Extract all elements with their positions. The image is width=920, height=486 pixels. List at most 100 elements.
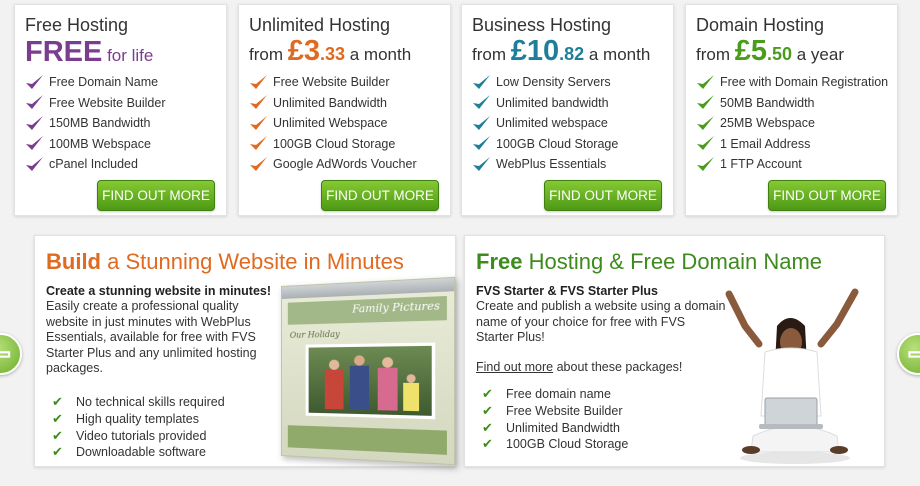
panel-description: Create and publish a website using a dom… <box>476 299 726 344</box>
plan-price-suffix: a year <box>792 45 845 64</box>
plan-price-cents: .50 <box>767 44 793 64</box>
checkmark-icon <box>697 156 714 171</box>
find-out-more-line: Find out more about these packages! <box>476 360 683 374</box>
find-out-more-button[interactable]: FIND OUT MORE <box>768 180 886 211</box>
woman-with-laptop-image <box>725 288 859 464</box>
checkmark-icon <box>26 136 43 151</box>
plan-feature: Unlimited bandwidth <box>472 93 618 114</box>
panel-feature: ✔ Free Website Builder <box>482 403 623 419</box>
plan-price: FREE for life <box>25 36 153 69</box>
plan-feature-list: Low Density Servers Unlimited bandwidth … <box>472 72 618 175</box>
plan-price-suffix: for life <box>102 46 154 65</box>
plan-price-prefix: from <box>696 45 735 64</box>
plan-title: Free Hosting <box>25 15 129 35</box>
checkmark-icon <box>473 95 490 110</box>
checkmark-icon <box>26 74 43 89</box>
plan-feature: cPanel Included <box>25 154 166 175</box>
checkmark-icon <box>697 136 714 151</box>
plan-feature: Low Density Servers <box>472 72 618 93</box>
checkmark-icon <box>697 74 714 89</box>
plan-feature: WebPlus Essentials <box>472 154 618 175</box>
checkmark-icon <box>473 115 490 130</box>
panel-feature-list: ✔ No technical skills required ✔ High qual… <box>52 394 225 461</box>
plan-price-suffix: a month <box>345 45 412 64</box>
plan-title: Unlimited Hosting <box>249 15 391 35</box>
plan-feature: 100MB Webspace <box>25 134 166 155</box>
checkmark-icon: ✔ <box>482 403 493 419</box>
plan-feature: Unlimited Webspace <box>249 113 417 134</box>
checkmark-icon <box>473 156 490 171</box>
plan-feature: 150MB Bandwidth <box>25 113 166 134</box>
panel-feature-list: ✔ Free domain name ✔ Free Website Builder … <box>482 386 628 453</box>
plan-price-suffix: a month <box>584 45 651 64</box>
panel-subtitle: FVS Starter & FVS Starter Plus <box>476 284 659 298</box>
plan-feature: Free Website Builder <box>25 93 166 114</box>
screenshot-caption: Our Holiday <box>289 329 340 340</box>
plan-card-free: Free Hosting FREE for life Free Domain N… <box>14 4 227 216</box>
plan-title: Domain Hosting <box>696 15 825 35</box>
checkmark-icon <box>250 115 267 130</box>
plan-feature: Free Website Builder <box>249 72 417 93</box>
find-out-more-button[interactable]: FIND OUT MORE <box>97 180 215 211</box>
panel-title: Build a Stunning Website in Minutes <box>46 249 404 274</box>
checkmark-icon: ✔ <box>482 419 493 435</box>
checkmark-icon <box>473 74 490 89</box>
checkmark-icon: ✔ <box>482 436 493 452</box>
panel-description: Easily create a professional quality web… <box>46 299 257 375</box>
plan-price-prefix: from <box>249 45 288 64</box>
screenshot-header: Family Pictures <box>287 295 447 325</box>
checkmark-icon <box>697 95 714 110</box>
panel-title: Free Hosting & Free Domain Name <box>476 249 823 274</box>
plan-price-big: £10 <box>510 35 560 67</box>
plan-price: from £5.50 a year <box>696 35 844 68</box>
plan-feature: Unlimited Bandwidth <box>249 93 417 114</box>
plan-price: from £3.33 a month <box>249 35 411 68</box>
plan-feature: 25MB Webspace <box>696 113 888 134</box>
free-hosting-panel: Free Hosting & Free Domain Name FVS Star… <box>464 235 885 467</box>
checkmark-icon: ✔ <box>52 411 63 427</box>
plan-title: Business Hosting <box>472 15 612 35</box>
plan-price-cents: .82 <box>559 44 585 64</box>
plan-feature-list: Free with Domain Registration 50MB Bandw… <box>696 72 888 175</box>
plan-feature: Google AdWords Voucher <box>249 154 417 175</box>
build-website-panel: Build a Stunning Website in Minutes Crea… <box>34 235 456 467</box>
checkmark-icon <box>473 136 490 151</box>
checkmark-icon <box>26 95 43 110</box>
panel-feature: ✔ Unlimited Bandwidth <box>482 419 620 435</box>
panel-feature: ✔ High quality templates <box>52 411 199 427</box>
find-out-more-link[interactable]: Find out more <box>476 360 553 374</box>
plan-feature: 50MB Bandwidth <box>696 93 888 114</box>
find-out-more-button[interactable]: FIND OUT MORE <box>544 180 662 211</box>
plan-price-big: £5 <box>734 35 767 67</box>
plan-price-cents: .33 <box>320 44 346 64</box>
plan-feature: 1 FTP Account <box>696 154 888 175</box>
carousel-next-arrow-icon[interactable]: ⇨ <box>897 333 920 375</box>
family-photo <box>305 342 436 420</box>
checkmark-icon: ✔ <box>482 386 493 402</box>
plan-feature: Unlimited webspace <box>472 113 618 134</box>
plan-feature: 1 Email Address <box>696 134 888 155</box>
checkmark-icon <box>250 156 267 171</box>
checkmark-icon <box>697 115 714 130</box>
panel-feature: ✔ No technical skills required <box>52 394 225 410</box>
panel-feature: ✔ Free domain name <box>482 386 611 402</box>
find-out-more-button[interactable]: FIND OUT MORE <box>321 180 439 211</box>
plan-feature: Free with Domain Registration <box>696 72 888 93</box>
checkmark-icon: ✔ <box>52 427 63 443</box>
panel-feature: ✔ 100GB Cloud Storage <box>482 436 629 452</box>
plan-price: from £10.82 a month <box>472 35 650 68</box>
checkmark-icon <box>250 136 267 151</box>
plan-card-unlimited: Unlimited Hosting from £3.33 a month Fre… <box>238 4 451 216</box>
plan-feature: Free Domain Name <box>25 72 166 93</box>
checkmark-icon: ✔ <box>52 444 63 460</box>
website-builder-screenshot: Family Pictures Our Holiday <box>281 276 456 466</box>
plan-feature-list: Free Website Builder Unlimited Bandwidth… <box>249 72 417 175</box>
carousel-prev-arrow-icon[interactable]: ⇦ <box>0 333 22 375</box>
plan-card-domain: Domain Hosting from £5.50 a year Free wi… <box>685 4 898 216</box>
checkmark-icon <box>26 115 43 130</box>
plan-price-big: £3 <box>287 35 320 67</box>
checkmark-icon <box>26 156 43 171</box>
plan-feature: 100GB Cloud Storage <box>472 134 618 155</box>
plan-card-business: Business Hosting from £10.82 a month Low… <box>461 4 674 216</box>
panel-feature: ✔ Downloadable software <box>52 444 206 460</box>
